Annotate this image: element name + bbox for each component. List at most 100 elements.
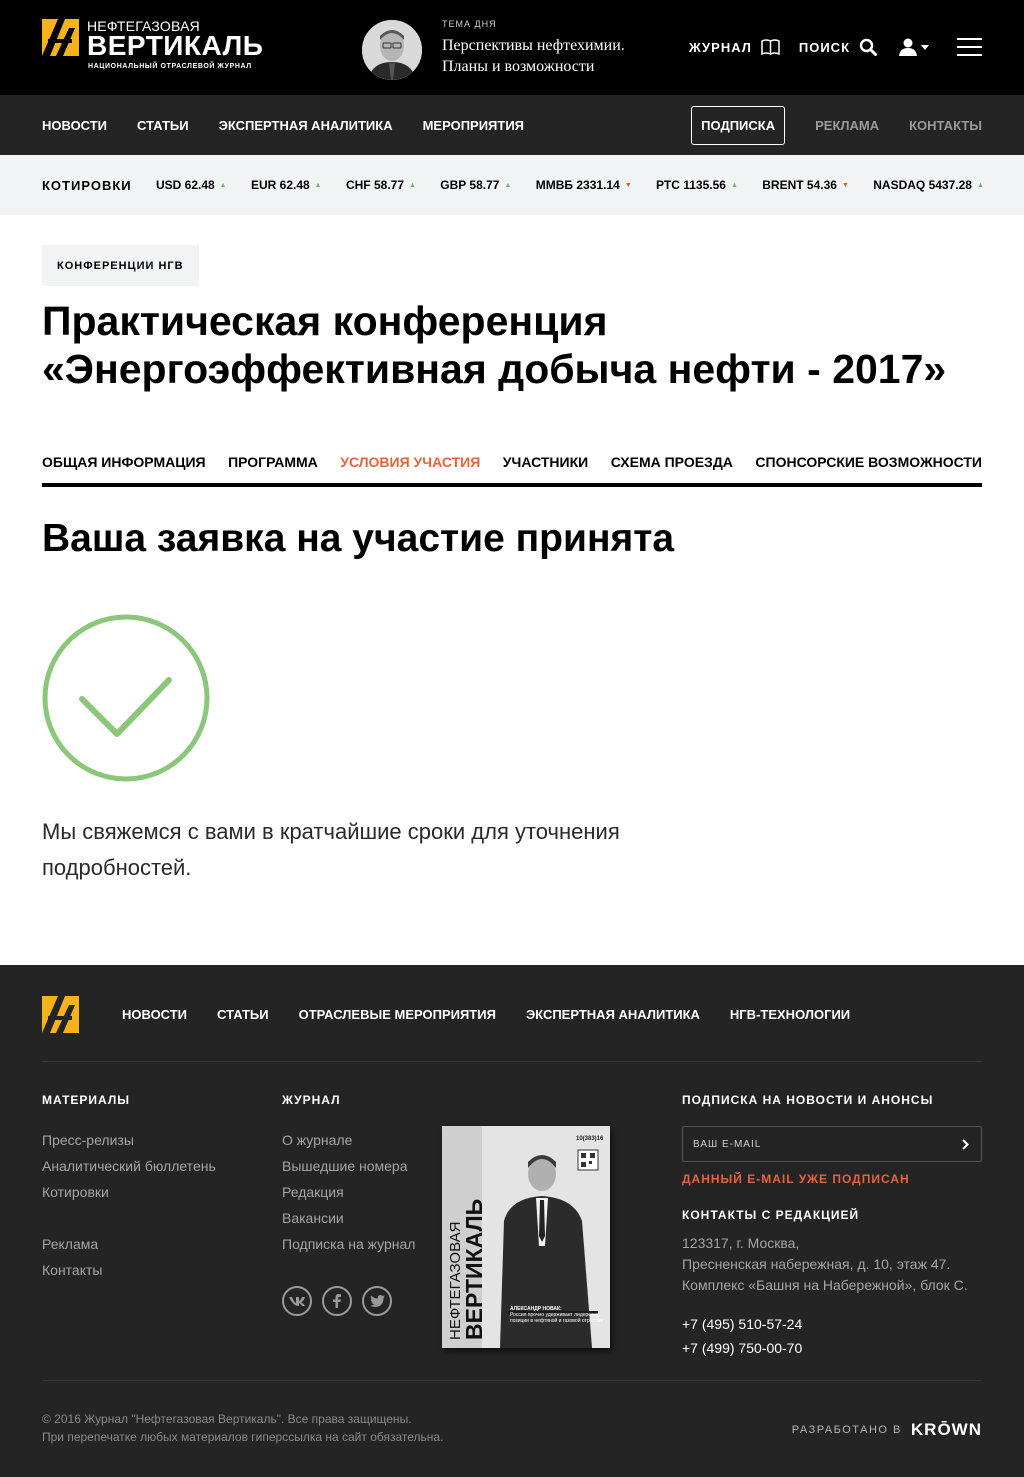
journal-link[interactable]: Редакция — [282, 1179, 415, 1205]
nav-ads[interactable]: РЕКЛАМА — [815, 118, 879, 133]
chevron-right-icon[interactable] — [962, 1138, 969, 1150]
footer-nav-industry-events[interactable]: ОТРАСЛЕВЫЕ МЕРОПРИЯТИЯ — [299, 1007, 496, 1022]
cover-issue: 10(383)16 — [576, 1136, 604, 1142]
quote-item[interactable]: EUR 62.48 ▲ — [251, 178, 322, 192]
nav-articles[interactable]: СТАТЬИ — [137, 118, 189, 133]
site-footer: НОВОСТИ СТАТЬИ ОТРАСЛЕВЫЕ МЕРОПРИЯТИЯ ЭК… — [0, 965, 1024, 1477]
hamburger-menu-icon[interactable] — [957, 38, 982, 56]
trend-up-icon: ▲ — [976, 181, 984, 189]
quote-item[interactable]: РТС 1135.56 ▲ — [656, 178, 738, 192]
user-icon — [899, 38, 917, 56]
email-input[interactable] — [693, 1138, 933, 1150]
success-heading: Ваша заявка на участие принята — [42, 517, 675, 560]
footer-nav-news[interactable]: НОВОСТИ — [122, 1007, 187, 1022]
footer-divider — [42, 1061, 982, 1062]
materials-link[interactable]: Реклама — [42, 1231, 102, 1257]
cover-caption: Россия прочно удерживает лидерские позиц… — [510, 1312, 604, 1324]
nav-news[interactable]: НОВОСТИ — [42, 118, 107, 133]
site-header: НЕФТЕГАЗОВАЯ ВЕРТИКАЛЬ НАЦИОНАЛЬНЫЙ ОТРА… — [0, 0, 1024, 95]
quotes-title[interactable]: КОТИРОВКИ — [42, 178, 132, 193]
quote-label: BRENT 54.36 — [762, 178, 837, 192]
search-icon — [859, 38, 877, 56]
book-icon — [761, 39, 780, 55]
quote-item[interactable]: ММВБ 2331.14 ▼ — [536, 178, 632, 192]
tab-item[interactable]: СХЕМА ПРОЕЗДА — [611, 443, 733, 481]
page-title: Практическая конференция «Энергоэффектив… — [42, 297, 982, 393]
address-line: Пресненская набережная, д. 10, этаж 47. — [682, 1256, 951, 1272]
journal-link[interactable]: Подписка на журнал — [282, 1231, 415, 1257]
quote-label: РТС 1135.56 — [656, 178, 726, 192]
journal-link[interactable]: Вышедшие номера — [282, 1153, 415, 1179]
site-logo[interactable]: НЕФТЕГАЗОВАЯ ВЕРТИКАЛЬ НАЦИОНАЛЬНЫЙ ОТРА… — [42, 19, 263, 70]
copyright: © 2016 Журнал "Нефтегазовая Вертикаль". … — [42, 1410, 443, 1446]
trend-up-icon: ▲ — [409, 181, 416, 189]
quote-label: GBP 58.77 — [440, 178, 500, 192]
quote-item[interactable]: GBP 58.77 ▲ — [440, 178, 511, 192]
magazine-cover[interactable]: 10(383)16 НЕФТЕГАЗОВАЯ ВЕРТИКАЛЬ АЛЕКСАН… — [442, 1126, 610, 1348]
materials-link[interactable]: Котировки — [42, 1179, 216, 1205]
footer-logo-icon[interactable] — [42, 996, 79, 1033]
logo-sub-text: НАЦИОНАЛЬНЫЙ ОТРАСЛЕВОЙ ЖУРНАЛ — [88, 63, 252, 70]
user-menu-button[interactable] — [899, 38, 929, 56]
trend-up-icon: ▲ — [314, 181, 322, 189]
materials-link[interactable]: Контакты — [42, 1257, 102, 1283]
topic-avatar[interactable] — [362, 20, 422, 80]
footer-nav-expert-analytics[interactable]: ЭКСПЕРТНАЯ АНАЛИТИКА — [526, 1007, 700, 1022]
page-title-line1: Практическая конференция — [42, 298, 608, 344]
main-nav: НОВОСТИ СТАТЬИ ЭКСПЕРТНАЯ АНАЛИТИКА МЕРО… — [0, 95, 1024, 155]
page-title-line2: «Энергоэффективная добыча нефти - 2017» — [42, 346, 947, 392]
search-label: ПОИСК — [798, 39, 850, 55]
copyright-line: © 2016 Журнал "Нефтегазовая Вертикаль". … — [42, 1412, 412, 1426]
footer-nav: НОВОСТИ СТАТЬИ ОТРАСЛЕВЫЕ МЕРОПРИЯТИЯ ЭК… — [122, 996, 880, 1033]
quotes-bar: КОТИРОВКИ USD 62.48 ▲ EUR 62.48 ▲ CHF 58.77 ▲… — [0, 155, 1024, 215]
trend-up-icon: ▲ — [219, 181, 227, 189]
subscribe-button[interactable]: ПОДПИСКА — [691, 105, 786, 145]
twitter-icon[interactable] — [362, 1286, 392, 1316]
social-links — [282, 1286, 402, 1316]
search-link[interactable]: ПОИСК — [799, 38, 877, 56]
cover-brand-main: ВЕРТИКАЛЬ — [461, 1198, 487, 1340]
tab-item[interactable]: ПРОГРАММА — [228, 443, 318, 481]
phones: +7 (495) 510-57-24 +7 (499) 750-00-70 — [682, 1312, 802, 1360]
tab-item[interactable]: СПОНСОРСКИЕ ВОЗМОЖНОСТИ — [755, 443, 982, 481]
caret-down-icon — [921, 44, 929, 50]
journal-list: О журнале Вышедшие номера Редакция Вакан… — [282, 1127, 415, 1257]
email-status: ДАННЫЙ E-MAIL УЖЕ ПОДПИСАН — [682, 1172, 910, 1186]
person-portrait-icon — [362, 20, 422, 80]
vk-icon[interactable] — [282, 1286, 312, 1316]
nav-expert-analytics[interactable]: ЭКСПЕРТНАЯ АНАЛИТИКА — [219, 118, 393, 133]
quote-label: CHF 58.77 — [345, 178, 404, 192]
developer-credit[interactable]: РАЗРАБОТАНО В KRŌWN — [792, 1420, 982, 1440]
quote-item[interactable]: CHF 58.77 ▲ — [346, 178, 416, 192]
nav-contacts[interactable]: КОНТАКТЫ — [909, 118, 982, 133]
quote-item[interactable]: BRENT 54.36 ▼ — [762, 178, 849, 192]
journal-label: ЖУРНАЛ — [688, 39, 752, 55]
success-notice: Мы свяжемся с вами в кратчайшие сроки дл… — [42, 814, 722, 886]
conference-tabs: ОБЩАЯ ИНФОРМАЦИЯ ПРОГРАММА УСЛОВИЯ УЧАСТИЯ… — [42, 443, 982, 487]
tab-item[interactable]: ОБЩАЯ ИНФОРМАЦИЯ — [42, 443, 206, 481]
quote-item[interactable]: NASDAQ 5437.28 ▲ — [873, 178, 984, 192]
topic-text[interactable]: Перспективы нефтехимии. Планы и возможно… — [442, 35, 672, 77]
nav-events[interactable]: МЕРОПРИЯТИЯ — [423, 118, 524, 133]
tab-item[interactable]: УЧАСТНИКИ — [503, 443, 588, 481]
materials-link[interactable]: Аналитический бюллетень — [42, 1153, 216, 1179]
phone-link[interactable]: +7 (499) 750-00-70 — [682, 1336, 802, 1360]
topic-of-the-day[interactable]: ТЕМА ДНЯ Перспективы нефтехимии. Планы и… — [442, 19, 672, 77]
phone-link[interactable]: +7 (495) 510-57-24 — [682, 1312, 802, 1336]
trend-up-icon: ▲ — [504, 181, 512, 189]
address: 123317, г. Москва, Пресненская набережна… — [682, 1233, 968, 1296]
tab-item[interactable]: УСЛОВИЯ УЧАСТИЯ — [340, 443, 480, 481]
category-tag[interactable]: КОНФЕРЕНЦИИ НГВ — [42, 245, 199, 286]
journal-link[interactable]: ЖУРНАЛ — [689, 39, 780, 55]
facebook-icon[interactable] — [322, 1286, 352, 1316]
journal-link[interactable]: О журнале — [282, 1127, 415, 1153]
footer-nav-ngv-tech[interactable]: НГВ-ТЕХНОЛОГИИ — [730, 1007, 850, 1022]
contacts-title: КОНТАКТЫ С РЕДАКЦИЕЙ — [682, 1208, 860, 1222]
logo-main-text: ВЕРТИКАЛЬ — [87, 30, 264, 61]
footer-nav-articles[interactable]: СТАТЬИ — [217, 1007, 269, 1022]
materials-link[interactable]: Пресс-релизы — [42, 1127, 216, 1153]
success-check-icon — [42, 614, 210, 782]
quote-item[interactable]: USD 62.48 ▲ — [156, 178, 227, 192]
journal-link[interactable]: Вакансии — [282, 1205, 415, 1231]
email-subscribe-form — [682, 1126, 982, 1162]
